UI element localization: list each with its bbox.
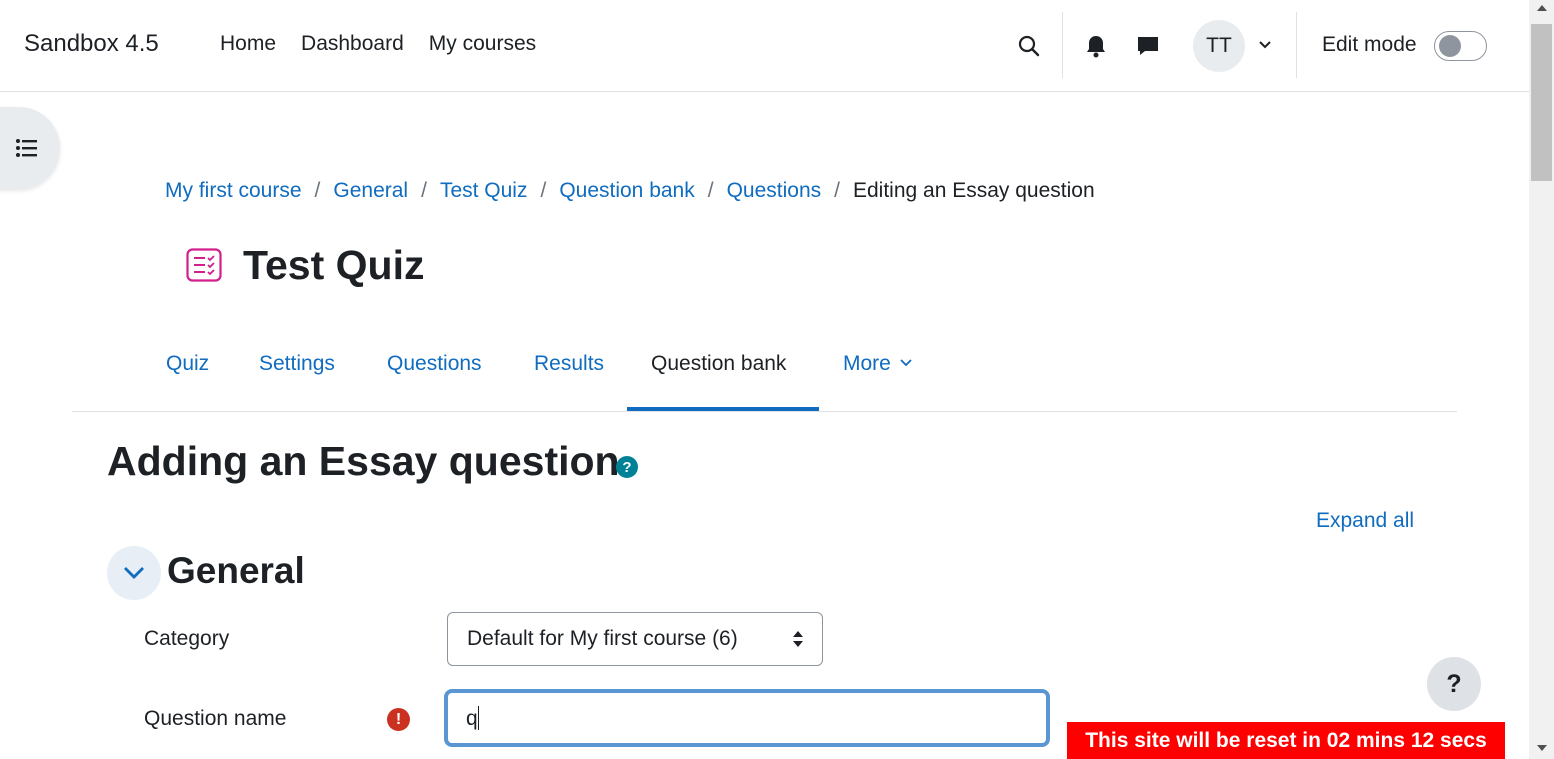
chat-icon[interactable] [1130,28,1166,64]
question-name-value: q [466,707,478,730]
list-icon [16,139,37,157]
tab-more[interactable]: More [843,352,912,376]
breadcrumb-separator: / [707,179,714,202]
primary-nav: Home Dashboard My courses [220,32,561,56]
navbar-divider [1296,12,1297,78]
tab-questions[interactable]: Questions [387,352,482,376]
nav-dashboard[interactable]: Dashboard [301,32,404,56]
quiz-icon [186,248,222,282]
scroll-thumb[interactable] [1531,24,1552,181]
bell-icon[interactable] [1078,28,1114,64]
exclamation-icon: ! [387,708,410,731]
chevron-down-icon [124,567,144,579]
question-name-input[interactable]: q [444,689,1050,747]
edit-mode-toggle[interactable] [1434,31,1487,61]
user-avatar[interactable]: TT [1193,20,1245,72]
text-cursor [477,706,479,730]
form-heading: Adding an Essay question [107,438,620,484]
toggle-knob [1439,35,1461,57]
scrollbar[interactable] [1529,0,1554,759]
site-brand[interactable]: Sandbox 4.5 [24,30,159,58]
tab-more-label: More [843,352,891,375]
category-label: Category [144,627,230,650]
breadcrumb-current: Editing an Essay question [853,179,1095,202]
expand-all-link[interactable]: Expand all [1316,509,1414,533]
breadcrumb-separator: / [834,179,840,202]
breadcrumb-general[interactable]: General [333,179,408,203]
top-navbar: Sandbox 4.5 Home Dashboard My courses TT… [0,0,1529,92]
nav-my-courses[interactable]: My courses [429,32,536,56]
scroll-down-arrow[interactable] [1537,745,1547,751]
breadcrumb: My first course / General / Test Quiz / … [165,179,1095,203]
breadcrumb-separator: / [421,179,427,202]
tab-quiz[interactable]: Quiz [166,352,209,376]
tab-results[interactable]: Results [534,352,604,376]
breadcrumb-test-quiz[interactable]: Test Quiz [440,179,528,203]
tab-settings[interactable]: Settings [259,352,335,376]
edit-mode-label: Edit mode [1322,33,1417,56]
active-tab-indicator [627,407,819,411]
section-general-heading: General [167,550,305,591]
help-button[interactable]: ? [1427,657,1481,711]
search-icon[interactable] [1011,28,1047,64]
navbar-divider [1062,12,1063,78]
help-icon[interactable]: ? [616,456,638,478]
chevron-down-icon [900,359,912,367]
question-name-label: Question name [144,707,287,730]
breadcrumb-my-first-course[interactable]: My first course [165,179,302,203]
site-reset-banner: This site will be reset in 02 mins 12 se… [1067,722,1505,759]
breadcrumb-separator: / [540,179,547,202]
tab-question-bank[interactable]: Question bank [651,352,786,376]
scroll-up-arrow[interactable] [1537,5,1547,11]
collapse-general-button[interactable] [107,546,161,600]
course-index-toggle[interactable] [0,107,60,189]
breadcrumb-question-bank[interactable]: Question bank [559,179,694,203]
chevron-down-icon[interactable] [1254,34,1276,56]
category-select-value: Default for My first course (6) [467,627,738,650]
breadcrumb-questions[interactable]: Questions [727,179,822,203]
category-select[interactable]: Default for My first course (6) [447,612,823,666]
page-title: Test Quiz [243,242,425,288]
nav-home[interactable]: Home [220,32,276,56]
select-arrows-icon [793,631,803,647]
secondary-nav: Quiz Settings Questions Results Question… [72,344,1457,412]
breadcrumb-separator: / [314,179,321,202]
